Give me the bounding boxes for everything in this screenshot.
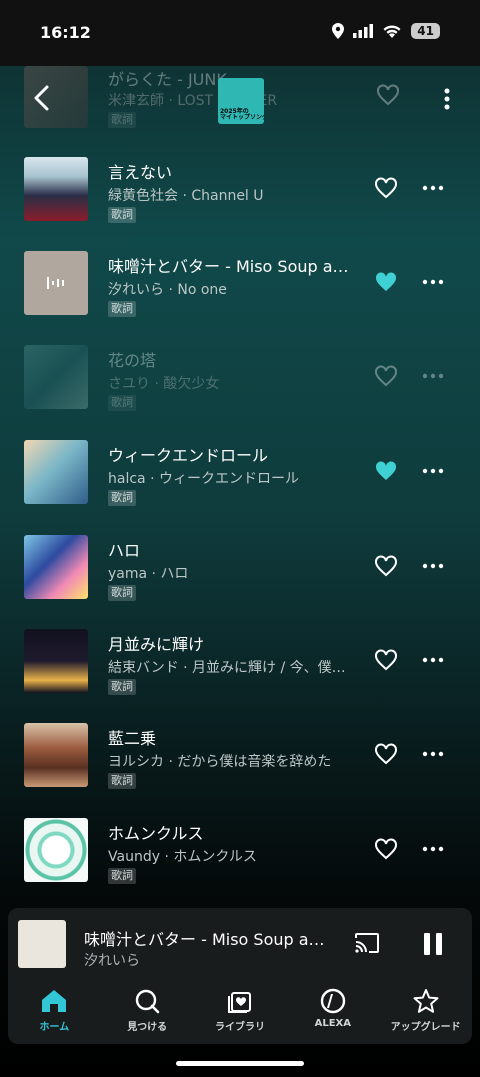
track-title: 味噌汁とバター - Miso Soup and Butter (108, 257, 352, 276)
track-row[interactable]: ホムンクルス Vaundy · ホムンクルス 歌詞 (0, 818, 480, 912)
more-horizontal-icon[interactable] (422, 462, 444, 480)
track-cover (24, 157, 88, 221)
heart-filled-icon[interactable] (374, 460, 398, 482)
track-subtitle: Vaundy · ホムンクルス (108, 849, 257, 865)
nav-label: アップグレード (390, 1022, 461, 1033)
playlist-album-art: 2025年の マイトップソング (218, 78, 264, 124)
heart-icon[interactable] (374, 838, 398, 860)
back-icon[interactable] (30, 84, 54, 112)
track-cover (24, 629, 88, 693)
pause-icon[interactable] (422, 932, 444, 956)
lyrics-badge: 歌詞 (108, 490, 136, 506)
now-playing-title: 味噌汁とバター - Miso Soup and Butter (84, 930, 330, 949)
heart-icon[interactable] (374, 177, 398, 199)
heart-icon[interactable] (374, 555, 398, 577)
track-row[interactable]: 味噌汁とバター - Miso Soup and Butter 汐れいら · No… (0, 251, 480, 345)
track-title: 言えない (108, 163, 173, 182)
track-title: ウィークエンドロール (108, 446, 269, 465)
heart-filled-icon[interactable] (374, 271, 398, 293)
lyrics-badge: 歌詞 (108, 868, 136, 884)
status-bar: 16:12 41 (0, 0, 480, 66)
track-subtitle: 結束バンド · 月並みに輝け / 今、僕、アンダーグラウンドから (108, 660, 352, 676)
track-subtitle: さユり · 酸欠少女 (108, 376, 220, 392)
lyrics-badge: 歌詞 (108, 679, 136, 695)
status-icons: 41 (332, 23, 440, 39)
location-icon (332, 23, 345, 39)
more-horizontal-icon[interactable] (422, 745, 444, 763)
header: がらくた - JUNK 米津玄師 · LOST CORNER 歌詞 2025年の… (0, 66, 480, 130)
track-subtitle: halca · ウィークエンドロール (108, 471, 299, 487)
heart-icon[interactable] (374, 743, 398, 765)
track-cover (24, 251, 88, 315)
battery-indicator: 41 (411, 23, 440, 39)
alexa-icon (320, 988, 345, 1014)
track-row-unavailable[interactable]: 花の塔 さユり · 酸欠少女 歌詞 (0, 345, 480, 439)
now-playing-artist: 汐れいら (84, 953, 140, 969)
heart-icon[interactable] (374, 649, 398, 671)
track-cover (24, 723, 88, 787)
track-subtitle: yama · ハロ (108, 566, 189, 582)
more-horizontal-icon[interactable] (422, 179, 444, 197)
nav-label: ライブラリ (214, 1022, 265, 1033)
wifi-icon (383, 25, 401, 38)
status-time: 16:12 (40, 23, 91, 42)
faded-track-title: がらくた - JUNK (108, 70, 227, 89)
mini-player[interactable]: 味噌汁とバター - Miso Soup and Butter 汐れいら (8, 908, 472, 982)
track-cover (24, 440, 88, 504)
search-icon (135, 989, 160, 1014)
faded-lyrics-badge: 歌詞 (108, 112, 136, 128)
nav-label: ホーム (39, 1022, 70, 1033)
lyrics-badge: 歌詞 (108, 773, 136, 789)
cast-icon[interactable] (354, 932, 380, 954)
home-indicator (176, 1061, 304, 1066)
bottom-nav: ホーム 見つける ライブラリ ALEXA アップグレード (8, 982, 472, 1044)
track-title: 藍二乗 (108, 729, 157, 748)
more-horizontal-icon[interactable] (422, 840, 444, 858)
track-row[interactable]: 月並みに輝け 結束バンド · 月並みに輝け / 今、僕、アンダーグラウンドから … (0, 629, 480, 723)
track-title: 月並みに輝け (108, 635, 205, 654)
nav-label: ALEXA (314, 1018, 351, 1029)
track-subtitle: 汐れいら · No one (108, 282, 227, 298)
library-icon (227, 992, 251, 1013)
signal-icon (353, 24, 374, 38)
track-subtitle: 緑黄色社会 · Channel U (108, 188, 264, 204)
track-title: 花の塔 (108, 351, 157, 370)
track-cover (24, 535, 88, 599)
nav-label: 見つける (127, 1022, 168, 1033)
nav-upgrade[interactable]: アップグレード (379, 982, 472, 1044)
nav-home[interactable]: ホーム (8, 982, 101, 1044)
waveform-icon (47, 277, 64, 289)
nav-library[interactable]: ライブラリ (194, 982, 287, 1044)
now-playing-cover (18, 920, 66, 968)
track-cover (24, 818, 88, 882)
nav-discover[interactable]: 見つける (101, 982, 194, 1044)
lyrics-badge: 歌詞 (108, 395, 136, 411)
more-horizontal-icon[interactable] (422, 367, 444, 385)
star-icon (413, 989, 439, 1013)
heart-icon[interactable] (376, 84, 400, 106)
more-vertical-icon[interactable] (444, 88, 450, 110)
track-row[interactable]: 藍二乗 ヨルシカ · だから僕は音楽を辞めた 歌詞 (0, 723, 480, 817)
track-subtitle: ヨルシカ · だから僕は音楽を辞めた (108, 754, 332, 770)
lyrics-badge: 歌詞 (108, 207, 136, 223)
playlist-album-text: 2025年の マイトップソング (220, 107, 264, 122)
track-row[interactable]: ハロ yama · ハロ 歌詞 (0, 535, 480, 629)
lyrics-badge: 歌詞 (108, 585, 136, 601)
home-icon (42, 990, 67, 1012)
track-title: ホムンクルス (108, 824, 204, 843)
nav-alexa[interactable]: ALEXA (286, 982, 379, 1044)
more-horizontal-icon[interactable] (422, 651, 444, 669)
track-row[interactable]: 言えない 緑黄色社会 · Channel U 歌詞 (0, 157, 480, 251)
lyrics-badge: 歌詞 (108, 301, 136, 317)
track-title: ハロ (108, 541, 141, 560)
more-horizontal-icon[interactable] (422, 273, 444, 291)
more-horizontal-icon[interactable] (422, 557, 444, 575)
track-row[interactable]: ウィークエンドロール halca · ウィークエンドロール 歌詞 (0, 440, 480, 534)
heart-icon[interactable] (374, 365, 398, 387)
track-cover (24, 345, 88, 409)
